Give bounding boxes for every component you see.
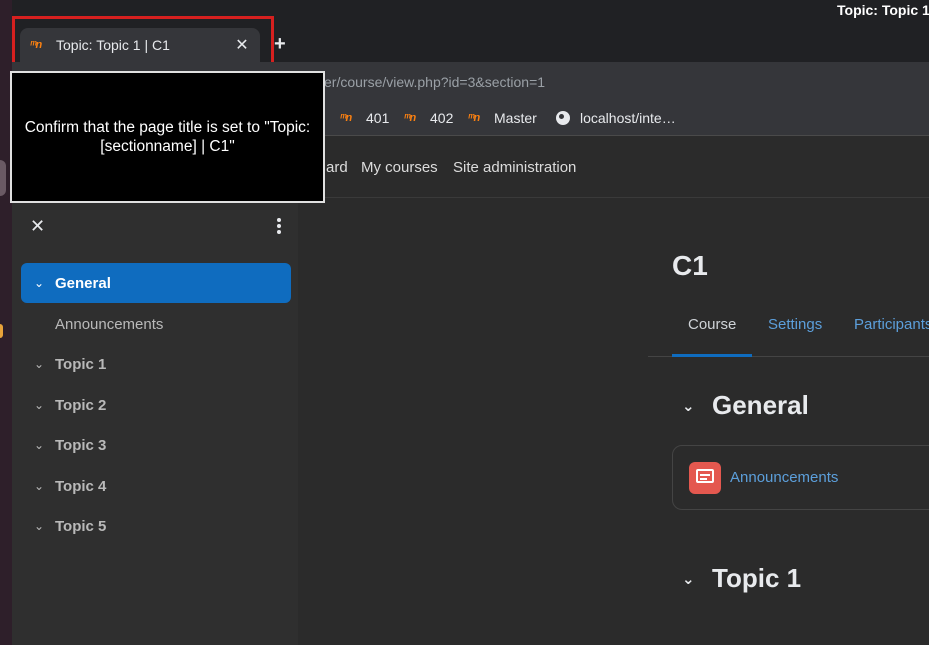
main-content: C1 Course Settings Participants ⌄ Genera… [298,198,929,645]
moodle-logo-icon: ᵐn [340,112,352,124]
bookmark-label: Master [494,110,537,126]
bookmark-item[interactable]: ᵐn 402 [404,110,453,126]
section-title: General [712,390,809,420]
section-label: Topic 4 [55,477,107,495]
kebab-menu-icon[interactable] [272,216,286,236]
nav-my-courses[interactable]: My courses [361,159,438,176]
page-title: C1 [672,250,708,281]
tab-course[interactable]: Course [688,316,736,333]
dock-indicator [0,324,3,338]
course-index-section-topic-5[interactable]: ⌄ Topic 5 [21,506,291,546]
bookmark-item[interactable]: ᵐn Master [468,110,537,126]
new-tab-button[interactable]: + [274,33,286,56]
screen: Topic: Topic 1 | C1 ᵐn Topic: Topic 1 | … [0,0,929,645]
section-heading-general[interactable]: ⌄ General [682,390,809,421]
chevron-down-icon: ⌄ [33,276,45,290]
nav-site-administration[interactable]: Site administration [453,159,576,176]
tab-participants[interactable]: Participants [854,316,929,333]
bookmark-label: 401 [366,110,390,126]
activity-link[interactable]: Announcements [730,469,838,486]
dock-item[interactable] [0,160,6,196]
address-bar[interactable]: er/course/view.php?id=3&section=1 [324,74,545,90]
section-label: Topic 3 [55,436,107,454]
forum-icon [689,461,721,494]
course-index-section-topic-4[interactable]: ⌄ Topic 4 [21,466,291,506]
section-label: Topic 5 [55,517,107,535]
tab-settings[interactable]: Settings [768,316,822,333]
course-index-section-topic-3[interactable]: ⌄ Topic 3 [21,425,291,465]
chevron-down-icon: ⌄ [682,570,695,588]
window-title: Topic: Topic 1 | C1 [837,2,929,18]
section-label: Topic 1 [55,355,107,373]
section-heading-topic-1[interactable]: ⌄ Topic 1 [682,563,801,594]
chevron-down-icon: ⌄ [682,397,695,415]
bookmark-label: 402 [430,110,454,126]
bookmark-item[interactable]: localhost/inte… [556,110,676,126]
chevron-down-icon: ⌄ [33,479,45,493]
instruction-tooltip: Confirm that the page title is set to "T… [10,71,325,203]
course-index-section-general[interactable]: ⌄ General [21,263,291,303]
section-label: General [55,274,111,292]
activity-label: Announcements [55,315,164,333]
chevron-down-icon: ⌄ [33,519,45,533]
chevron-down-icon: ⌄ [33,438,45,452]
bookmark-label: localhost/inte… [580,110,676,126]
section-title: Topic 1 [712,563,802,593]
bookmark-item[interactable]: ᵐn 401 [340,110,389,126]
browser-tabbar: Topic: Topic 1 | C1 ᵐn Topic: Topic 1 | … [12,0,929,68]
tooltip-text: Confirm that the page title is set to "T… [24,119,311,155]
section-label: Topic 2 [55,396,107,414]
close-drawer-icon[interactable]: ✕ [30,216,45,237]
course-index-activity-announcements[interactable]: Announcements [21,304,291,344]
globe-icon [556,111,570,125]
chevron-down-icon: ⌄ [33,357,45,371]
nav-dashboard[interactable]: ard [326,159,348,176]
course-index-section-topic-2[interactable]: ⌄ Topic 2 [21,385,291,425]
course-index-drawer: ✕ ⌄ General Announcements ⌄ Topic 1 ⌄ To… [12,198,298,645]
moodle-logo-icon: ᵐn [468,112,480,124]
activity-card[interactable]: Announcements [672,445,929,510]
course-index-section-topic-1[interactable]: ⌄ Topic 1 [21,344,291,384]
moodle-logo-icon: ᵐn [404,112,416,124]
active-tab-indicator [672,354,752,357]
tab-highlight-box [12,16,274,68]
chevron-down-icon: ⌄ [33,398,45,412]
